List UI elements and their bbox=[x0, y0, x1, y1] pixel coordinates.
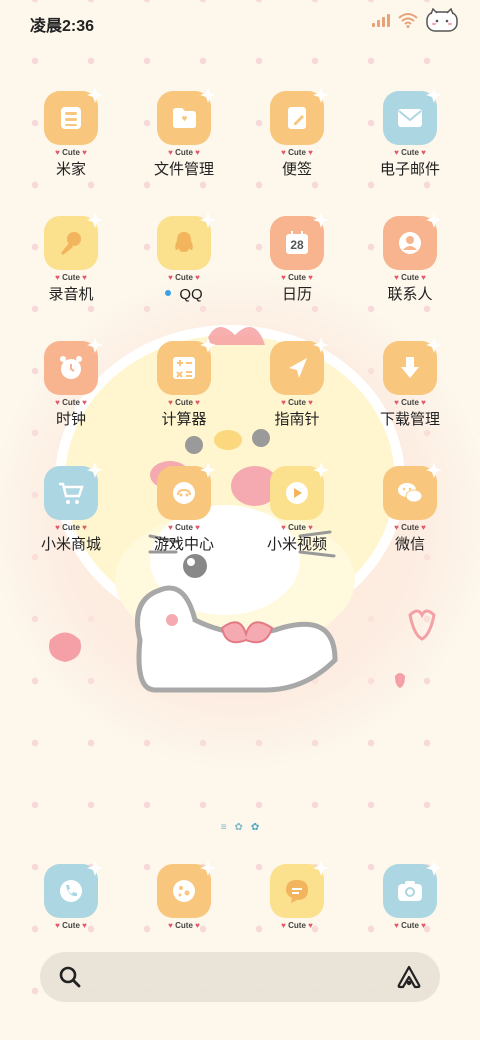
sparkle-icon bbox=[426, 462, 442, 478]
app-xiaomi-video[interactable]: ♥ Cute ♥ 小米视频 bbox=[247, 462, 347, 576]
app-xiaomi-store[interactable]: ♥ Cute ♥ 小米商城 bbox=[21, 462, 121, 576]
sparkle-icon bbox=[313, 337, 329, 353]
sparkle-icon bbox=[87, 860, 103, 876]
sparkle-icon bbox=[200, 337, 216, 353]
app-label: 文件管理 bbox=[153, 161, 214, 178]
sparkle-icon bbox=[87, 337, 103, 353]
cute-tag: ♥ Cute ♥ bbox=[281, 273, 313, 282]
sparkle-icon bbox=[426, 860, 442, 876]
cute-tag: ♥ Cute ♥ bbox=[168, 273, 200, 282]
sparkle-icon bbox=[426, 212, 442, 228]
cute-tag: ♥ Cute ♥ bbox=[55, 273, 87, 282]
cute-tag: ♥ Cute ♥ bbox=[394, 273, 426, 282]
app-label: 电子邮件 bbox=[379, 161, 440, 178]
page-dot-active-icon: ✿ bbox=[250, 822, 260, 833]
status-time: 凌晨2:36 bbox=[30, 18, 95, 35]
app-label: 日历 bbox=[281, 286, 312, 303]
cute-tag: ♥ Cute ♥ bbox=[394, 398, 426, 407]
battery-cat-icon bbox=[426, 8, 458, 32]
sparkle-icon bbox=[313, 860, 329, 876]
sparkle-icon bbox=[313, 212, 329, 228]
app-label: 下载管理 bbox=[379, 411, 440, 428]
page-indicator[interactable]: ≡ ✿ ✿ bbox=[0, 822, 480, 833]
cute-tag: ♥ Cute ♥ bbox=[394, 523, 426, 532]
app-file-manager[interactable]: ♥ Cute ♥ 文件管理 bbox=[134, 87, 234, 201]
sparkle-icon bbox=[87, 212, 103, 228]
app-label: 微信 bbox=[394, 536, 425, 553]
dock-camera[interactable]: ♥ Cute ♥ bbox=[360, 860, 460, 934]
app-compass[interactable]: ♥ Cute ♥ 指南针 bbox=[247, 337, 347, 451]
app-email[interactable]: ♥ Cute ♥ 电子邮件 bbox=[360, 87, 460, 201]
dock-phone[interactable]: ♥ Cute ♥ bbox=[21, 860, 121, 934]
app-label: 指南针 bbox=[274, 411, 320, 428]
cute-tag: ♥ Cute ♥ bbox=[394, 148, 426, 157]
app-download-manager[interactable]: ♥ Cute ♥ 下载管理 bbox=[360, 337, 460, 451]
app-calculator[interactable]: ♥ Cute ♥ 计算器 bbox=[134, 337, 234, 451]
cute-tag: ♥ Cute ♥ bbox=[281, 921, 313, 930]
sparkle-icon bbox=[313, 87, 329, 103]
cute-tag: ♥ Cute ♥ bbox=[55, 523, 87, 532]
app-label: 录音机 bbox=[48, 286, 94, 303]
signal-icon bbox=[372, 13, 390, 27]
cute-tag: ♥ Cute ♥ bbox=[281, 148, 313, 157]
app-game-center[interactable]: ♥ Cute ♥ 游戏中心 bbox=[134, 462, 234, 576]
app-notes[interactable]: ♥ Cute ♥ 便签 bbox=[247, 87, 347, 201]
cute-tag: ♥ Cute ♥ bbox=[168, 398, 200, 407]
app-label: QQ bbox=[134, 286, 234, 304]
app-label: 小米视频 bbox=[266, 536, 327, 553]
app-mijia[interactable]: ♥ Cute ♥ 米家 bbox=[21, 87, 121, 201]
new-notification-dot bbox=[165, 290, 172, 297]
app-label: 小米商城 bbox=[40, 536, 101, 553]
sparkle-icon bbox=[200, 87, 216, 103]
dock-messages[interactable]: ♥ Cute ♥ bbox=[247, 860, 347, 934]
status-bar: 凌晨2:36 bbox=[0, 0, 480, 44]
cute-tag: ♥ Cute ♥ bbox=[168, 921, 200, 930]
cute-tag: ♥ Cute ♥ bbox=[281, 523, 313, 532]
sparkle-icon bbox=[87, 87, 103, 103]
sparkle-icon bbox=[313, 462, 329, 478]
sparkle-icon bbox=[426, 337, 442, 353]
page-dot-icon: ✿ bbox=[234, 822, 243, 833]
cute-tag: ♥ Cute ♥ bbox=[55, 398, 87, 407]
cute-tag: ♥ Cute ♥ bbox=[168, 148, 200, 157]
page-list-icon: ≡ bbox=[220, 822, 227, 833]
sparkle-icon bbox=[200, 860, 216, 876]
sparkle-icon bbox=[426, 87, 442, 103]
cute-tag: ♥ Cute ♥ bbox=[394, 921, 426, 930]
app-contacts[interactable]: ♥ Cute ♥ 联系人 bbox=[360, 212, 460, 326]
search-icon[interactable] bbox=[58, 965, 82, 989]
dock-browser[interactable]: ♥ Cute ♥ bbox=[134, 860, 234, 934]
app-calendar[interactable]: 28 ♥ Cute ♥ 日历 bbox=[247, 212, 347, 326]
calendar-day: 28 bbox=[290, 238, 304, 252]
search-bar[interactable] bbox=[40, 952, 440, 1002]
sparkle-icon bbox=[200, 462, 216, 478]
cute-tag: ♥ Cute ♥ bbox=[55, 921, 87, 930]
assistant-icon[interactable] bbox=[396, 965, 422, 989]
app-qq[interactable]: ♥ Cute ♥ QQ bbox=[134, 212, 234, 326]
app-label: 联系人 bbox=[387, 286, 433, 303]
sparkle-icon bbox=[200, 212, 216, 228]
app-label: 时钟 bbox=[55, 411, 86, 428]
app-clock[interactable]: ♥ Cute ♥ 时钟 bbox=[21, 337, 121, 451]
cute-tag: ♥ Cute ♥ bbox=[55, 148, 87, 157]
cute-tag: ♥ Cute ♥ bbox=[281, 398, 313, 407]
cute-tag: ♥ Cute ♥ bbox=[168, 523, 200, 532]
status-icons bbox=[372, 8, 458, 32]
app-label: 游戏中心 bbox=[153, 536, 214, 553]
app-recorder[interactable]: ♥ Cute ♥ 录音机 bbox=[21, 212, 121, 326]
app-label: 计算器 bbox=[161, 411, 207, 428]
sparkle-icon bbox=[87, 462, 103, 478]
app-label: 便签 bbox=[281, 161, 312, 178]
app-wechat[interactable]: ♥ Cute ♥ 微信 bbox=[360, 462, 460, 576]
wifi-icon bbox=[398, 13, 418, 28]
app-label: 米家 bbox=[55, 161, 86, 178]
